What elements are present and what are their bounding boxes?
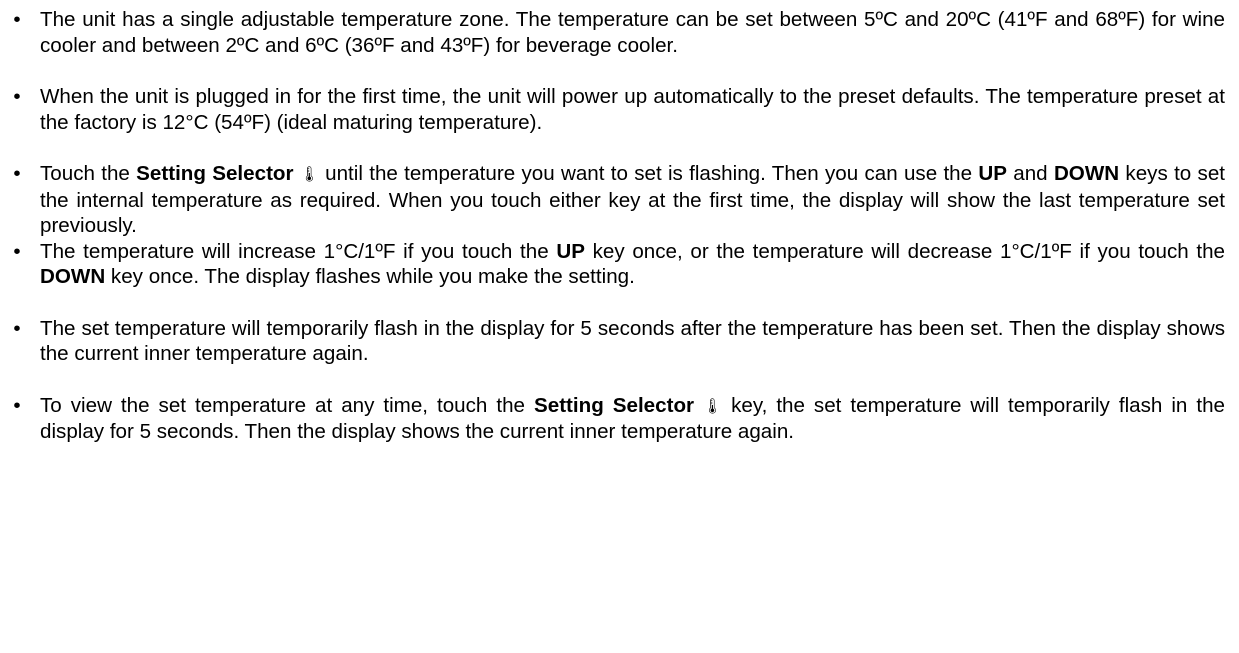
up-key-label: UP (978, 162, 1007, 185)
item-text-part: key once. The display flashes while you … (105, 265, 635, 288)
item-text-part: To view the set temperature at any time,… (40, 393, 534, 417)
document-page: • The unit has a single adjustable tempe… (0, 0, 1239, 653)
item-text: The set temperature will temporarily fla… (40, 316, 1225, 366)
item-text-part: until the temperature you want to set is… (318, 162, 979, 185)
list-item-set-temperature-flash: • The set temperature will temporarily f… (0, 316, 1239, 367)
item-text: When the unit is plugged in for the firs… (40, 85, 1225, 134)
bullet-icon: • (13, 316, 21, 340)
instructions-list: • The unit has a single adjustable tempe… (0, 7, 1239, 445)
list-item-increase-decrease: • The temperature will increase 1°C/1ºF … (0, 239, 1239, 290)
bullet-icon: • (13, 393, 21, 417)
item-text-part: Touch the (40, 162, 137, 185)
bullet-icon: • (13, 162, 21, 185)
list-item-temperature-zone: • The unit has a single adjustable tempe… (0, 7, 1239, 58)
thermometer-icon: 🌡 (299, 166, 319, 183)
setting-selector-label: Setting Selector (534, 393, 695, 417)
bullet-icon: • (13, 85, 21, 108)
item-text-part: The temperature will increase 1°C/1ºF if… (40, 239, 557, 263)
down-key-label: DOWN (40, 265, 106, 288)
list-item-view-set-temperature: • To view the set temperature at any tim… (0, 393, 1239, 445)
bullet-icon: • (13, 8, 21, 31)
list-item-first-power-up: • When the unit is plugged in for the fi… (0, 84, 1239, 135)
down-key-label: DOWN (1053, 162, 1120, 185)
up-key-label: UP (556, 239, 585, 263)
thermometer-icon: 🌡 (703, 397, 723, 415)
bullet-icon: • (13, 239, 21, 263)
item-text-part: and (1006, 162, 1054, 185)
item-text: The unit has a single adjustable tempera… (40, 8, 1225, 57)
list-item-setting-selector: • Touch the Setting Selector 🌡 until the… (0, 161, 1239, 239)
item-text-part: key once, or the temperature will decrea… (584, 239, 1226, 263)
setting-selector-label: Setting Selector (136, 162, 294, 185)
